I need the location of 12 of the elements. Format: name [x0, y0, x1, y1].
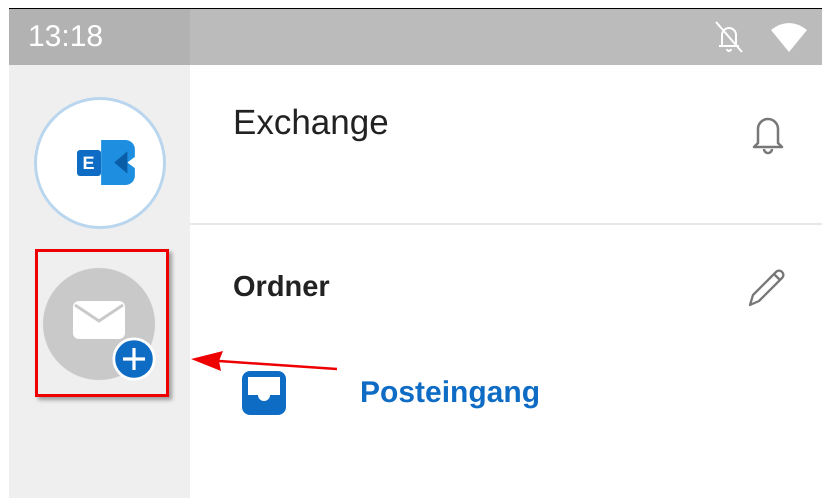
folder-item[interactable]: Posteingang [190, 309, 822, 417]
logo-letter: E [76, 150, 100, 176]
account-button[interactable]: E [34, 97, 166, 229]
exchange-logo-icon [100, 140, 134, 185]
clock-time: 13:18 [28, 20, 104, 54]
envelope-icon [72, 301, 124, 339]
inbox-icon [240, 369, 288, 417]
account-title: Exchange [233, 103, 389, 143]
plus-icon [112, 337, 156, 381]
muted-bell-icon [714, 20, 744, 54]
folders-heading: Ordner [233, 270, 330, 304]
wifi-icon [770, 22, 808, 52]
